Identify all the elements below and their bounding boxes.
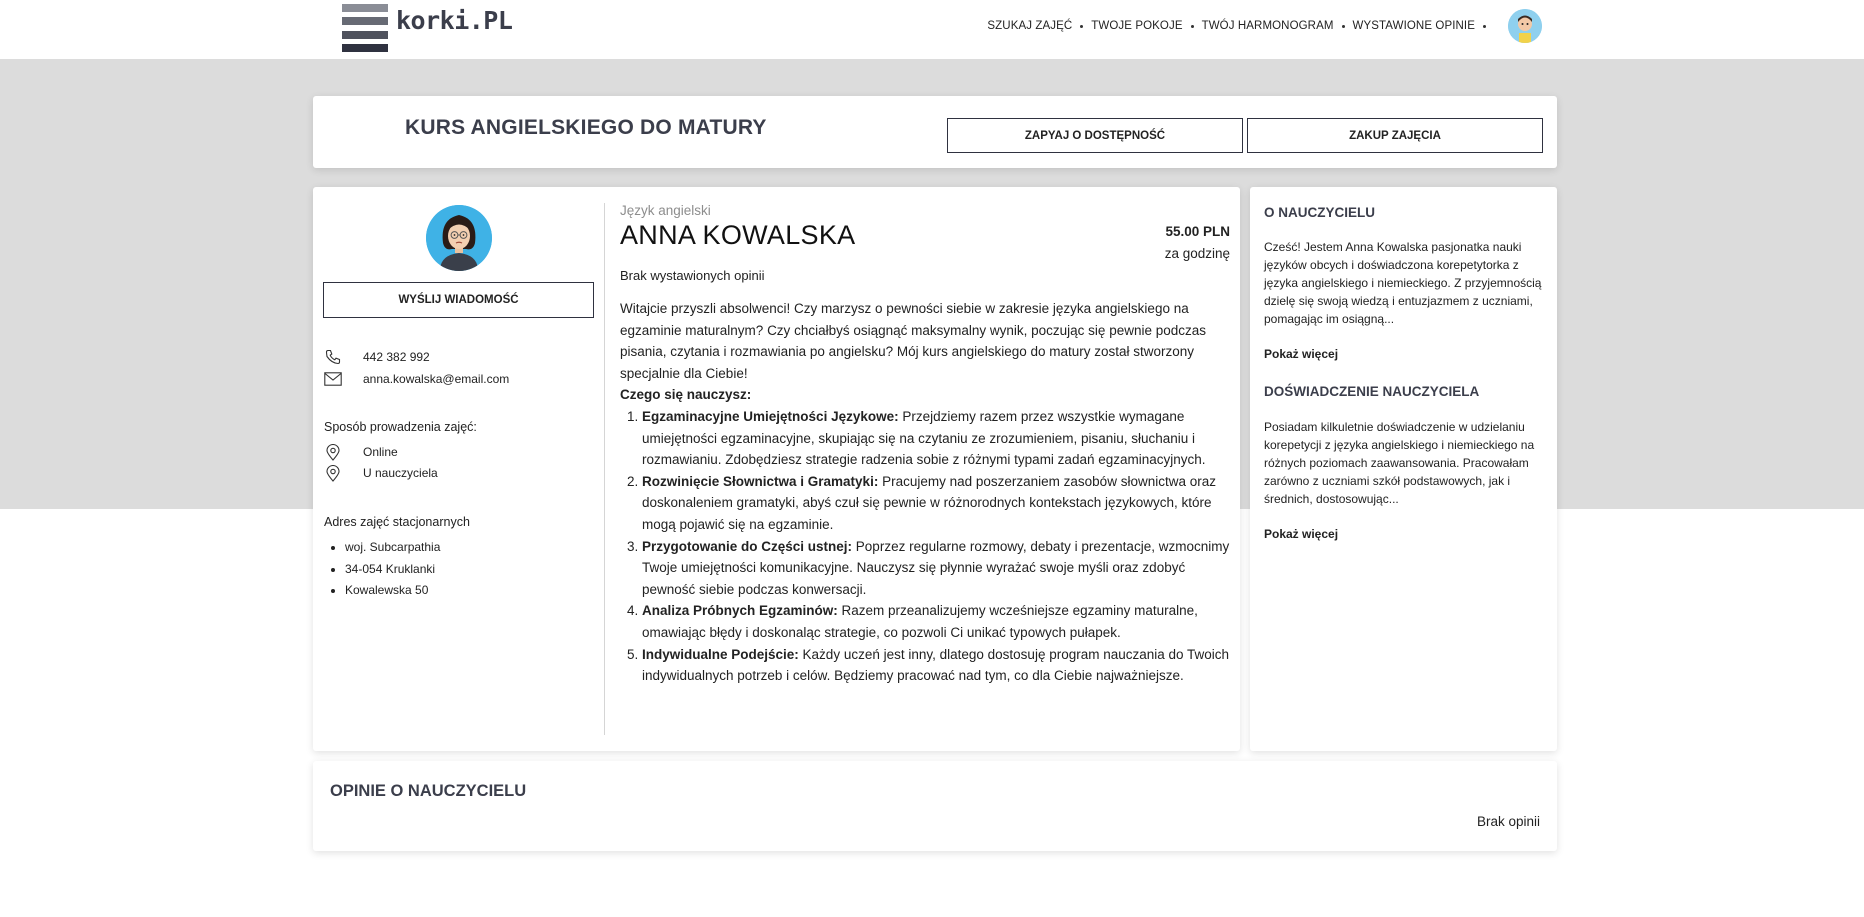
- teacher-name: ANNA KOWALSKA: [620, 220, 856, 250]
- reviews-empty-state: Brak opinii: [1476, 814, 1540, 829]
- learning-list: Egzaminacyjne Umiejętności Językowe: Prz…: [642, 406, 1232, 687]
- experience-show-more-link[interactable]: Pokaż więcej: [1264, 527, 1338, 541]
- mode-online: Online: [363, 445, 398, 459]
- nav-your-rooms[interactable]: TWOJE POKOJE: [1091, 20, 1182, 32]
- mode-at-teacher-row: U nauczyciela: [323, 464, 438, 482]
- nav-your-schedule[interactable]: TWÓJ HARMONOGRAM: [1202, 20, 1334, 32]
- mode-online-row: Online: [323, 443, 398, 461]
- email-row: anna.kowalska@email.com: [323, 370, 509, 388]
- offer-content: Język angielski ANNA KOWALSKA 55.00 PLN …: [620, 203, 1232, 687]
- column-divider: [604, 203, 605, 735]
- site-logo[interactable]: korki.PL: [342, 4, 513, 52]
- buy-classes-button[interactable]: ZAKUP ZAJĘCIA: [1247, 118, 1543, 153]
- user-avatar-icon[interactable]: [1508, 9, 1542, 43]
- address-street: Kowalewska 50: [345, 580, 440, 602]
- experience-text: Posiadam kilkuletnie doświadczenie w udz…: [1264, 420, 1535, 506]
- address-postal: 34-054 Kruklanki: [345, 559, 440, 581]
- send-message-button[interactable]: WYŚLIJ WIADOMOŚĆ: [323, 282, 594, 318]
- reviews-title: OPINIE O NAUCZYCIELU: [330, 782, 527, 800]
- course-title-card: KURS ANGIELSKIEGO DO MATURY ZAPYAJ O DOS…: [313, 96, 1557, 168]
- phone-icon: [323, 348, 343, 366]
- top-header: korki.PL SZUKAJ ZAJĘĆ TWOJE POKOJE TWÓJ …: [0, 0, 1864, 59]
- phone-row: 442 382 992: [323, 348, 430, 366]
- address-list: woj. Subcarpathia 34-054 Kruklanki Kowal…: [345, 537, 440, 602]
- nav-separator: [1190, 24, 1194, 28]
- email-address[interactable]: anna.kowalska@email.com: [363, 372, 509, 386]
- course-description: Witajcie przyszli absolwenci! Czy marzys…: [620, 298, 1232, 687]
- experience-title: DOŚWIADCZENIE NAUCZYCIELA: [1264, 384, 1480, 399]
- mode-at-teacher: U nauczyciela: [363, 466, 438, 480]
- teacher-avatar: [426, 205, 492, 271]
- learn-heading: Czego się nauczysz:: [620, 387, 752, 403]
- mail-icon: [323, 370, 343, 388]
- description-intro: Witajcie przyszli absolwenci! Czy marzys…: [620, 301, 1207, 381]
- about-teacher-text: Cześć! Jestem Anna Kowalska pasjonatka n…: [1264, 240, 1542, 326]
- about-show-more-link[interactable]: Pokaż więcej: [1264, 347, 1338, 361]
- teacher-sidebar: WYŚLIJ WIADOMOŚĆ 442 382 992 anna.kowals…: [313, 187, 605, 751]
- list-item: Egzaminacyjne Umiejętności Językowe: Prz…: [642, 406, 1232, 471]
- teaching-mode-label: Sposób prowadzenia zajęć:: [324, 420, 477, 434]
- list-item: Indywidualne Podejście: Każdy uczeń jest…: [642, 644, 1232, 687]
- price-unit: za godzinę: [1164, 246, 1230, 261]
- reviews-status: Brak wystawionych opinii: [620, 268, 765, 283]
- address-region: woj. Subcarpathia: [345, 537, 440, 559]
- nav-reviews-given[interactable]: WYSTAWIONE OPINIE: [1353, 20, 1475, 32]
- phone-number[interactable]: 442 382 992: [363, 350, 430, 364]
- nav-search-classes[interactable]: SZUKAJ ZAJĘĆ: [987, 20, 1072, 32]
- teacher-info-card: O NAUCZYCIELU Cześć! Jestem Anna Kowalsk…: [1250, 187, 1557, 751]
- course-title: KURS ANGIELSKIEGO DO MATURY: [405, 116, 767, 139]
- about-teacher-title: O NAUCZYCIELU: [1264, 205, 1375, 220]
- nav-separator: [1483, 24, 1486, 28]
- location-pin-icon: [323, 464, 343, 482]
- price-amount: 55.00 PLN: [1165, 224, 1230, 239]
- address-label: Adres zajęć stacjonarnych: [324, 515, 470, 529]
- nav-separator: [1080, 24, 1084, 28]
- list-item: Analiza Próbnych Egzaminów: Razem przean…: [642, 600, 1232, 643]
- logo-text: korki.PL: [396, 6, 513, 35]
- subject-language: Język angielski: [620, 203, 711, 218]
- list-item: Przygotowanie do Części ustnej: Poprzez …: [642, 536, 1232, 601]
- teacher-reviews-card: OPINIE O NAUCZYCIELU Brak opinii: [313, 761, 1557, 851]
- price-block: 55.00 PLN za godzinę: [1165, 224, 1230, 261]
- check-availability-button[interactable]: ZAPYAJ O DOSTĘPNOŚĆ: [947, 118, 1243, 153]
- main-nav: SZUKAJ ZAJĘĆ TWOJE POKOJE TWÓJ HARMONOGR…: [987, 9, 1542, 43]
- location-pin-icon: [323, 443, 343, 461]
- list-item: Rozwinięcie Słownictwa i Gramatyki: Prac…: [642, 471, 1232, 536]
- nav-separator: [1341, 24, 1345, 28]
- offer-details-card: WYŚLIJ WIADOMOŚĆ 442 382 992 anna.kowals…: [313, 187, 1240, 751]
- logo-stack-icon: [342, 4, 388, 52]
